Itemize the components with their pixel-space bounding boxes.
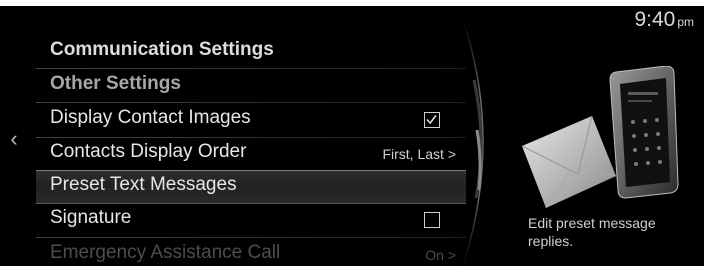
divider [36,237,466,238]
menu-header-label: Communication Settings [50,39,274,60]
checkbox-unchecked-icon[interactable] [424,212,440,228]
clock-ampm: pm [677,15,694,29]
menu-item-contacts-display-order[interactable]: Contacts Display Order First, Last > [36,138,466,171]
phone-icon [609,66,679,199]
menu-item-label: Display Contact Images [50,107,251,128]
back-chevron-icon[interactable]: ‹ [6,126,22,152]
clock: 9:40 pm [634,8,694,32]
menu-item-value: First, Last > [382,146,456,162]
clock-time: 9:40 [634,8,676,31]
envelope-icon [521,115,617,209]
menu-subheader-label: Other Settings [50,73,181,94]
menu-item-label: Emergency Assistance Call [50,242,281,263]
menu-item-value: On > [425,247,456,263]
top-strip [0,0,704,6]
curved-divider [462,20,484,266]
menu-subheader: Other Settings [36,70,466,103]
help-text: Edit preset message replies. [528,215,656,249]
menu-item-emergency-assistance-call[interactable]: Emergency Assistance Call On > [36,239,466,266]
menu-item-preset-text-messages[interactable]: Preset Text Messages [36,170,466,204]
envelope-phone-illustration [521,66,679,209]
infotainment-screen: 9:40 pm ‹ Communication Settings Other Se… [0,0,704,266]
menu-header: Communication Settings [36,36,466,69]
menu-item-label: Signature [50,207,132,228]
menu-item-display-contact-images[interactable]: Display Contact Images [36,104,466,137]
menu-item-signature[interactable]: Signature [36,204,466,237]
settings-menu: Communication Settings Other Settings Di… [36,36,466,266]
menu-item-label: Contacts Display Order [50,141,247,162]
divider [36,102,466,103]
menu-item-label: Preset Text Messages [50,174,237,195]
divider [36,68,466,69]
checkbox-checked-icon[interactable] [424,112,440,128]
